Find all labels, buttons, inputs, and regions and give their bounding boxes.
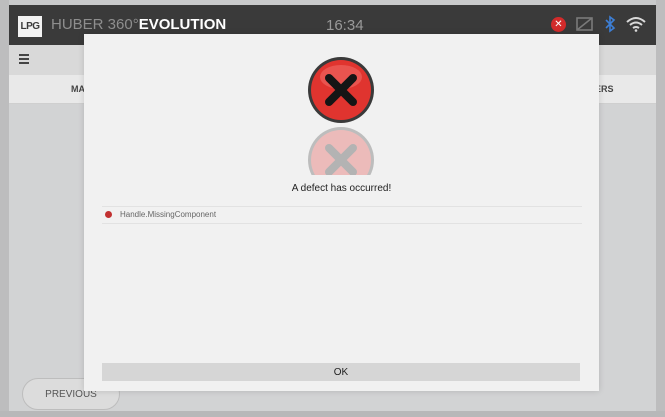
device-bezel-right [656,0,665,417]
error-icon: ✕ [551,16,566,32]
lpg-logo: LPG [18,16,42,37]
brand-name: HUBER 360° [51,16,139,33]
no-signal-icon [576,17,593,31]
status-icons: ✕ [551,15,646,33]
device-bezel-bottom [0,411,665,417]
error-icon-large [308,57,374,123]
clock: 16:34 [326,17,364,34]
dialog-message: A defect has occurred! [291,183,392,194]
ok-button[interactable]: OK [102,363,580,381]
device-bezel-left [0,0,9,417]
defect-dialog: A defect has occurred! Handle.MissingCom… [84,34,599,391]
defect-text: Handle.MissingComponent [120,210,217,219]
brand-suffix: EVOLUTION [138,16,227,33]
app-title: HUBER 360°EVOLUTION [51,16,226,33]
defect-list-item: Handle.MissingComponent [102,206,582,224]
defect-bullet-icon [105,211,112,218]
menu-icon[interactable] [19,54,29,64]
bluetooth-icon [605,15,616,33]
error-icon-reflection [306,125,376,175]
wifi-icon [626,17,646,32]
tab-left[interactable]: MA [71,84,85,94]
